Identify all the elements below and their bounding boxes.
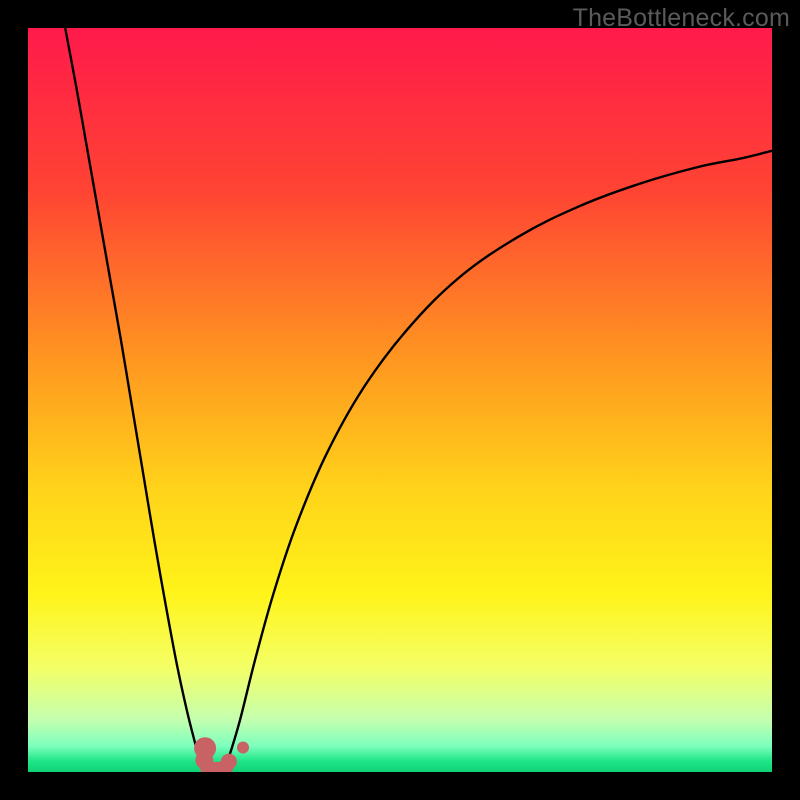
gradient-background <box>28 28 772 772</box>
marker-dot <box>221 754 237 770</box>
watermark-text: TheBottleneck.com <box>573 4 790 33</box>
chart-frame: TheBottleneck.com <box>0 0 800 800</box>
marker-dot <box>237 741 249 753</box>
bottleneck-chart <box>28 28 772 772</box>
